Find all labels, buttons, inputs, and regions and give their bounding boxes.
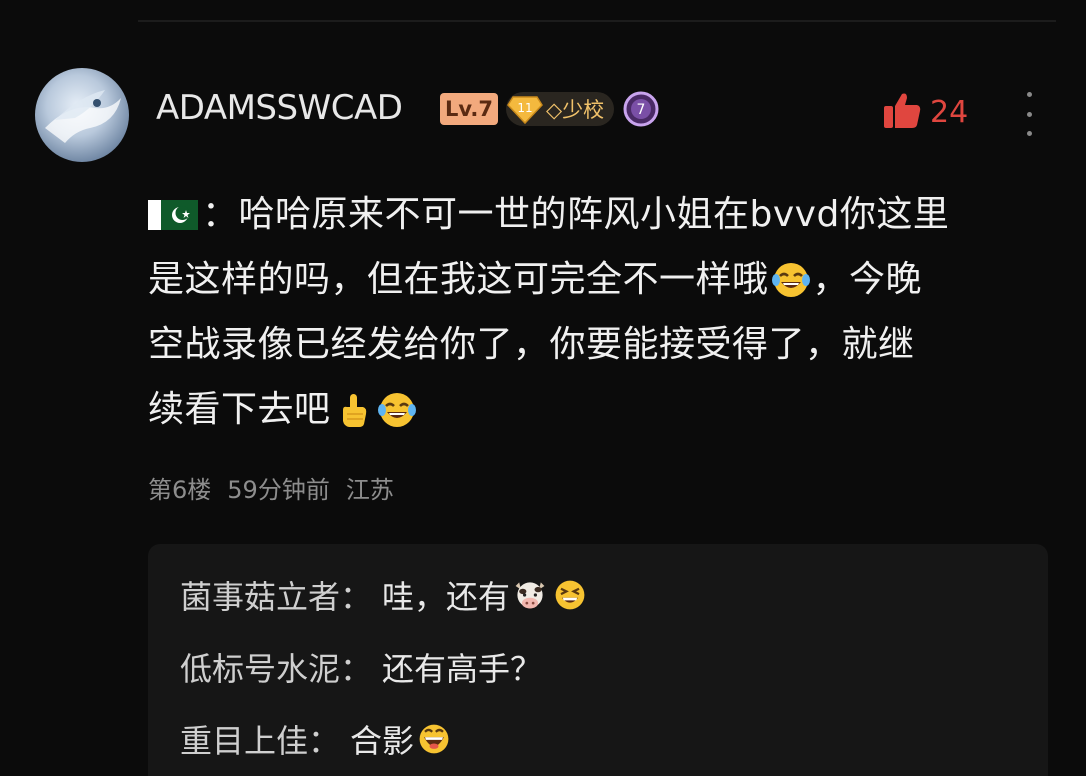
comment-screen: ADAMSSWCAD Lv.7 11 ◇少校 7 24 ：哈哈原来不可一世的阵风… [0, 0, 1086, 776]
level-badge: Lv.7 [440, 93, 498, 125]
fan-rank-label: ◇少校 [545, 98, 605, 122]
username[interactable]: ADAMSSWCAD [156, 88, 403, 128]
tears-of-joy-icon [771, 262, 810, 297]
reply-author[interactable]: 菌事菇立者 [180, 572, 340, 618]
like-count: 24 [930, 94, 969, 130]
reply-item[interactable]: 菌事菇立者 ： 哇，还有 [180, 572, 590, 618]
comment-line-5: 续看下去吧 [148, 389, 331, 430]
tears-of-joy-icon [377, 392, 416, 427]
reply-author[interactable]: 重目上佳 [180, 716, 308, 762]
thumbs-up-icon [880, 88, 924, 136]
reply-text: 还有高手？ [382, 650, 543, 688]
reply-list[interactable]: 菌事菇立者 ： 哇，还有 低标号水泥 ： 还有高手？ 重目上佳 ： 合影 [148, 544, 1048, 776]
fan-level-number: 11 [517, 101, 532, 115]
timestamp: 59分钟前 [227, 476, 330, 504]
avatar-image [45, 90, 121, 143]
user-badges: Lv.7 11 ◇少校 7 [440, 90, 660, 128]
like-button[interactable]: 24 [880, 88, 968, 136]
reply-separator: ： [308, 722, 341, 760]
vip-level-icon: 7 [622, 90, 660, 128]
location: 江苏 [345, 476, 394, 504]
comment-line-1: ：哈哈原来不可一世的阵风小姐在bvvd你这里 [202, 194, 950, 235]
fan-medal-badge[interactable]: 11 ◇少校 [505, 92, 615, 126]
comment-line: ：哈哈原来不可一世的阵风小姐在bvvd你这里 [148, 182, 1048, 247]
comment-text: ：哈哈原来不可一世的阵风小姐在bvvd你这里 是这样的吗，但在我这可完全不一样哦… [148, 182, 1048, 442]
comment-meta: 第6楼 59分钟前 江苏 [148, 470, 394, 505]
divider [138, 20, 1056, 22]
comment-line: 空战录像已经发给你了，你要能接受得了，就继 [148, 312, 1048, 377]
avatar[interactable] [35, 68, 129, 162]
comment-line-2: 是这样的吗，但在我这可完全不一样哦 [148, 259, 769, 300]
pakistan-flag-icon [148, 199, 198, 230]
cow-face-icon [515, 582, 545, 609]
reply-item[interactable]: 低标号水泥 ： 还有高手？ [180, 644, 542, 690]
comment-line: 续看下去吧 [148, 377, 1048, 442]
reply-item[interactable]: 重目上佳 ： 合影 [180, 716, 454, 762]
pointing-up-icon [342, 393, 366, 427]
reply-text: 合影 [350, 722, 415, 760]
reply-separator: ： [340, 578, 373, 616]
reply-separator: ： [340, 650, 373, 688]
grinning-face-icon [419, 724, 449, 754]
reply-author[interactable]: 低标号水泥 [180, 644, 340, 690]
comment-line-4: 空战录像已经发给你了，你要能接受得了，就继 [148, 324, 915, 365]
more-options-icon[interactable] [1018, 92, 1040, 136]
floor-number: 第6楼 [148, 476, 212, 504]
vip-level-number: 7 [637, 102, 646, 118]
comment-line-3: ，今晚 [812, 259, 923, 300]
diamond-icon: 11 [506, 92, 544, 126]
comment-line: 是这样的吗，但在我这可完全不一样哦 ，今晚 [148, 247, 1048, 312]
grinning-squint-icon [555, 580, 585, 610]
reply-text: 哇，还有 [382, 578, 511, 616]
